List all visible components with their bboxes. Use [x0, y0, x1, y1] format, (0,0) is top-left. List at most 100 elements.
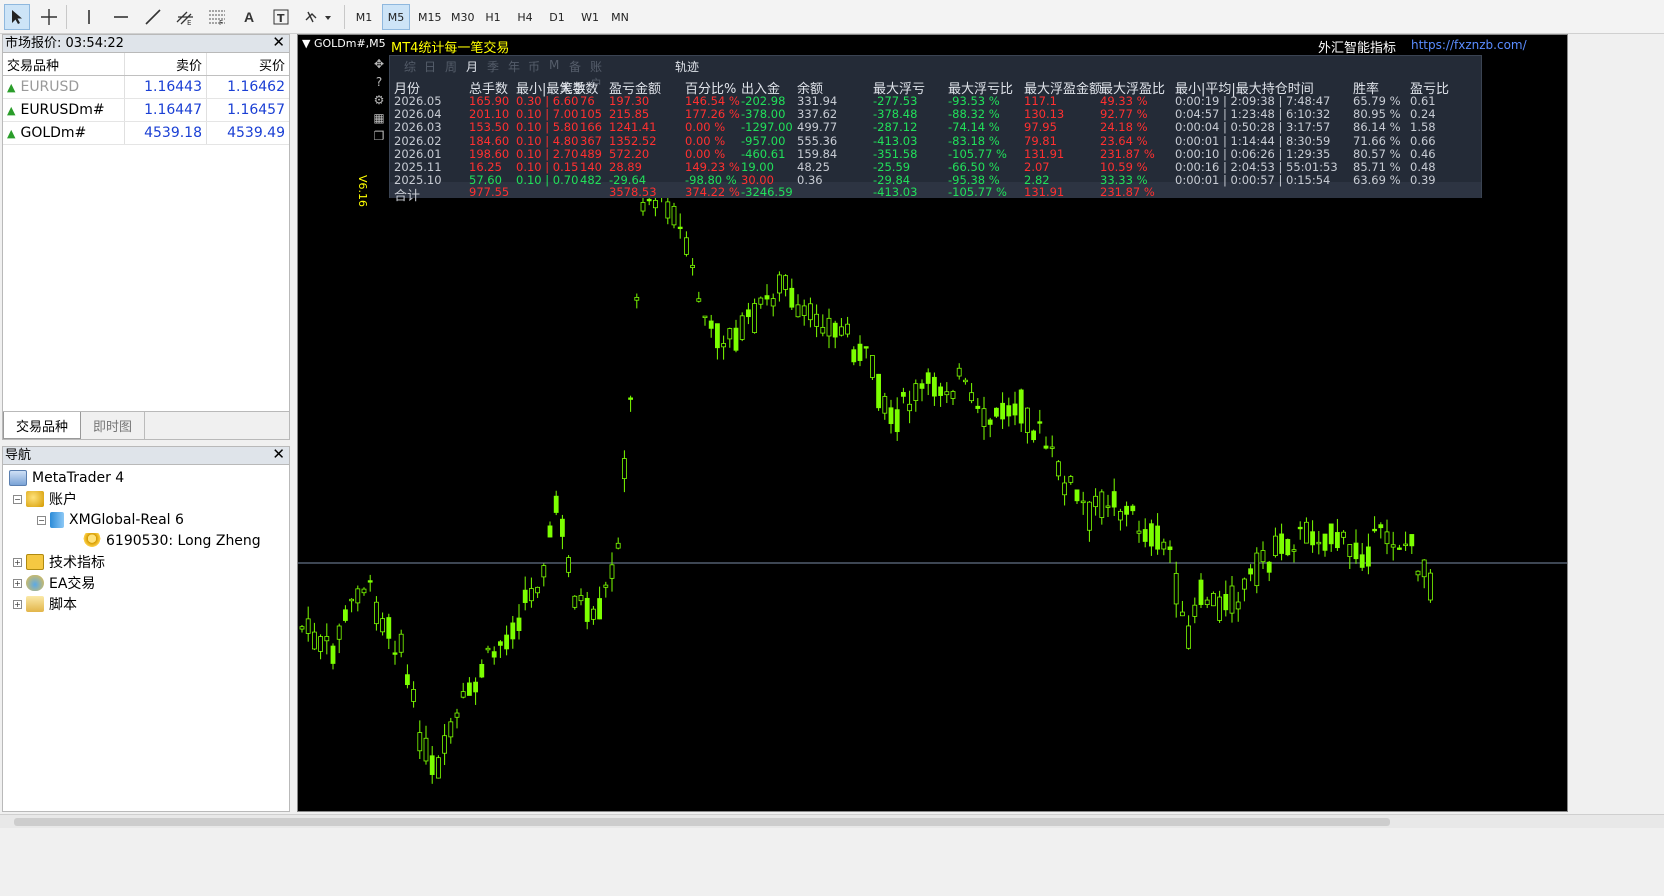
cursor-icon[interactable] — [4, 4, 30, 30]
horizontal-scrollbar[interactable] — [0, 814, 1664, 828]
timeframe-button-h1[interactable]: H1 — [479, 4, 507, 30]
candle — [671, 202, 677, 229]
timeframe-button-w1[interactable]: W1 — [576, 4, 604, 30]
stats-tab-4[interactable]: 季 — [487, 58, 499, 75]
text-icon[interactable]: A — [236, 4, 262, 30]
candle — [349, 598, 354, 613]
stats-tab-5[interactable]: 年 — [508, 58, 520, 75]
timeframe-button-m30[interactable]: M30 — [447, 4, 479, 30]
candle — [938, 382, 943, 407]
column-header-ask[interactable]: 买价 — [207, 53, 289, 75]
expand-icon[interactable]: + — [13, 599, 22, 609]
tree-item-scripts[interactable]: + 脚本 — [13, 594, 77, 614]
market-watch-title: 市场报价: 03:54:22 — [5, 36, 124, 51]
candle — [1390, 531, 1396, 561]
table-row[interactable]: ▲ EURUSDm# 1.16447 1.16457 — [3, 99, 289, 122]
vendor-link[interactable]: https://fxznzb.com/ — [1411, 38, 1527, 52]
candle — [1304, 517, 1309, 544]
expand-icon[interactable]: + — [13, 557, 22, 567]
crosshair-icon[interactable] — [36, 4, 62, 30]
stats-total-label: 合计 — [394, 189, 421, 205]
stats-tab-0[interactable]: 综 — [404, 58, 416, 75]
candle — [1130, 504, 1136, 515]
candle — [1322, 533, 1328, 557]
stats-tab-8[interactable]: 备 — [569, 58, 581, 75]
dropdown-icon[interactable]: ▼ — [302, 37, 310, 50]
stats-cell-maxloss: -25.59 — [873, 160, 911, 174]
timeframe-button-m1[interactable]: M1 — [350, 4, 378, 30]
tab-symbols[interactable]: 交易品种 — [3, 412, 82, 439]
collapse-icon[interactable]: − — [13, 494, 22, 504]
candle — [1068, 474, 1074, 485]
candle — [919, 379, 925, 402]
help-icon[interactable]: ? — [371, 75, 387, 90]
expand-icon[interactable]: + — [13, 578, 22, 588]
timeframe-button-m5[interactable]: M5 — [382, 4, 410, 30]
stats-tab-1[interactable]: 日 — [424, 58, 436, 75]
stats-cell-time: 0:00:10 | 0:06:26 | 1:29:35 — [1175, 146, 1331, 161]
timeframe-button-d1[interactable]: D1 — [543, 4, 571, 30]
candle — [1223, 580, 1229, 617]
fibonacci-icon[interactable]: F — [204, 4, 230, 30]
copy-icon[interactable]: ❐ — [371, 129, 387, 144]
column-header-symbol[interactable]: 交易品种 — [3, 53, 125, 75]
candle — [1180, 600, 1185, 617]
chart-window[interactable]: ▼ GOLDm#,M5 MT4统计每一笔交易 外汇智能指标 https://fx… — [297, 34, 1568, 812]
ask-price: 1.16462 — [227, 79, 285, 95]
timeframe-button-mn[interactable]: MN — [606, 4, 634, 30]
tree-item-account[interactable]: 6190530: Long Zheng — [83, 531, 261, 551]
candle — [553, 490, 559, 516]
stats-cell-ratio: 1.58 — [1410, 120, 1436, 135]
tree-item-server[interactable]: − XMGlobal-Real 6 — [37, 510, 184, 530]
vertical-line-icon[interactable] — [76, 4, 102, 30]
candle — [336, 623, 342, 654]
tree-label: 账户 — [49, 492, 77, 508]
candle — [1037, 409, 1043, 434]
label-icon[interactable]: T — [268, 4, 294, 30]
candle — [1347, 544, 1353, 569]
stats-cell-balance: 555.36 — [797, 133, 838, 148]
tree-item-accounts[interactable]: − 账户 — [13, 489, 77, 509]
candle — [1229, 576, 1235, 623]
timeframe-button-h4[interactable]: H4 — [511, 4, 539, 30]
candle — [417, 720, 423, 760]
close-icon[interactable]: ✕ — [272, 34, 285, 51]
stats-cell-lots: 198.60 — [469, 146, 510, 161]
column-header-bid[interactable]: 卖价 — [125, 53, 207, 75]
stats-cell-balance: 499.77 — [797, 120, 838, 135]
stats-tab-2[interactable]: 周 — [445, 58, 457, 75]
channel-icon[interactable]: E — [172, 4, 198, 30]
timeframe-button-m15[interactable]: M15 — [414, 4, 446, 30]
table-row[interactable]: ▲ EURUSD 1.16443 1.16462 — [3, 76, 289, 99]
tree-item-root[interactable]: MetaTrader 4 — [9, 468, 124, 488]
scrollbar-thumb[interactable] — [14, 818, 1390, 826]
stats-cell-month: 2026.02 — [394, 133, 442, 148]
collapse-icon[interactable]: − — [37, 515, 46, 525]
tab-tick-chart[interactable]: 即时图 — [81, 412, 146, 439]
stats-tab-3[interactable]: 月 — [466, 58, 478, 75]
market-watch-title-bar: 市场报价: 03:54:22 ✕ — [3, 34, 289, 53]
candle — [479, 659, 485, 679]
trendline-icon[interactable] — [140, 4, 166, 30]
horizontal-line-icon[interactable] — [108, 4, 134, 30]
candle — [851, 346, 857, 366]
tree-item-indicators[interactable]: + 技术指标 — [13, 552, 105, 572]
move-icon[interactable]: ✥ — [371, 57, 387, 72]
stats-cell-maxprofit: 97.95 — [1024, 120, 1057, 135]
stats-cell-pnl: 1352.52 — [609, 133, 657, 148]
table-row[interactable]: ▲ GOLDm# 4539.18 4539.49 — [3, 122, 289, 145]
stats-tab-6[interactable]: 币 — [528, 58, 540, 75]
settings-icon[interactable]: ⚙ — [371, 93, 387, 108]
stats-cell-balance: 48.25 — [797, 160, 830, 174]
stats-tab-7[interactable]: M — [549, 58, 559, 72]
candle — [1018, 388, 1024, 433]
candle — [1155, 513, 1160, 555]
candle — [628, 395, 634, 412]
close-icon[interactable]: ✕ — [272, 446, 285, 463]
stats-trajectory-button[interactable]: 轨迹 — [675, 58, 699, 75]
table-icon[interactable]: ▦ — [371, 111, 387, 126]
market-watch-panel: 市场报价: 03:54:22 ✕ 交易品种 卖价 买价 ▲ EURUSD 1.16… — [2, 34, 290, 440]
tree-item-experts[interactable]: + EA交易 — [13, 573, 95, 593]
shapes-icon[interactable] — [300, 4, 336, 30]
stats-cell-count: 166 — [580, 120, 602, 135]
